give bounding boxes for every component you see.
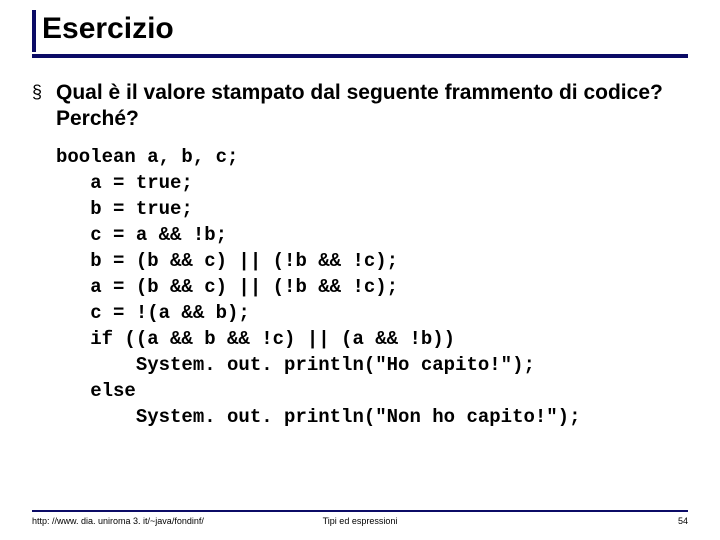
bullet-item: § Qual è il valore stampato dal seguente… xyxy=(32,80,680,132)
slide-title: Esercizio xyxy=(42,10,688,52)
title-block: Esercizio xyxy=(32,10,688,58)
footer-line xyxy=(32,510,688,512)
slide: Esercizio § Qual è il valore stampato da… xyxy=(0,0,720,540)
footer: http: //www. dia. uniroma 3. it/~java/fo… xyxy=(32,510,688,526)
bullet-glyph: § xyxy=(32,80,42,104)
title-left-accent: Esercizio xyxy=(32,10,688,52)
body: § Qual è il valore stampato dal seguente… xyxy=(32,80,680,430)
code-block: boolean a, b, c; a = true; b = true; c =… xyxy=(56,144,680,430)
footer-page-number: 54 xyxy=(678,516,688,526)
question-text: Qual è il valore stampato dal seguente f… xyxy=(56,80,680,132)
footer-url: http: //www. dia. uniroma 3. it/~java/fo… xyxy=(32,516,204,526)
title-underline xyxy=(32,54,688,58)
footer-row: http: //www. dia. uniroma 3. it/~java/fo… xyxy=(32,516,688,526)
